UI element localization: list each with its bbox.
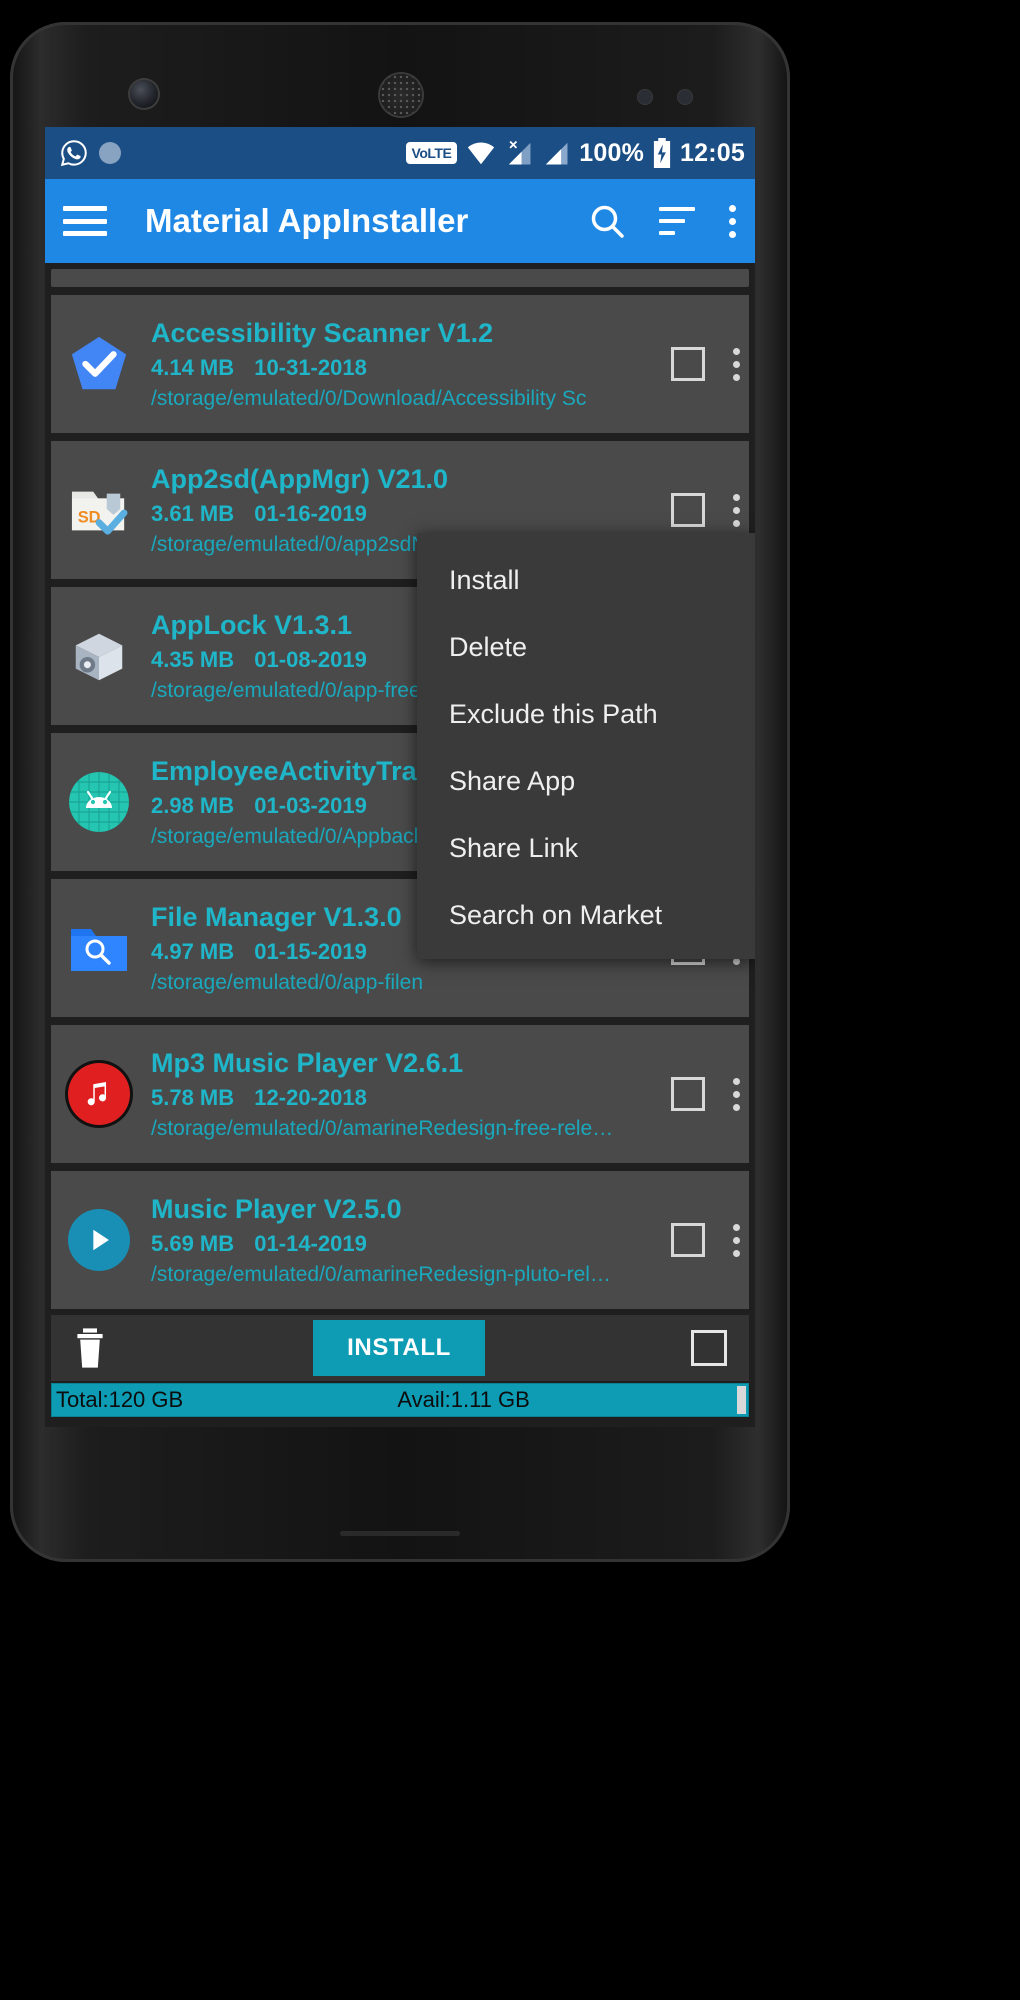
menu-item-share-link[interactable]: Share Link [417,815,755,882]
context-menu[interactable]: Install Delete Exclude this Path Share A… [417,533,755,959]
hamburger-menu-icon[interactable] [63,206,107,236]
applock-box-icon [65,622,133,690]
app-meta: 4.14 MB 10-31-2018 [151,355,659,381]
app-size: 4.97 MB [151,938,235,964]
app-path: /storage/emulated/0/Download/Accessibili… [151,386,587,410]
app-name: App2sd(AppMgr) V21.0 [151,463,449,494]
install-button[interactable]: INSTALL [313,1320,485,1376]
app-name: Mp3 Music Player V2.6.1 [151,1047,464,1078]
battery-percent-label: 100% [579,138,645,167]
app-date: 01-15-2019 [254,938,367,964]
bottom-action-bar: INSTALL [51,1315,749,1381]
menu-item-share-app[interactable]: Share App [417,748,755,815]
earpiece-speaker [380,74,422,116]
light-sensor [678,90,692,104]
app-date: 12-20-2018 [254,1084,367,1110]
wifi-icon [468,142,495,165]
signal-icon [546,142,568,165]
app-date: 01-08-2019 [254,646,367,672]
row-overflow-icon[interactable] [731,1223,741,1257]
app-size: 4.35 MB [151,646,235,672]
app-date: 10-31-2018 [254,354,367,380]
app-bar-actions [587,201,737,241]
folder-search-icon [65,914,133,982]
app-path: /storage/emulated/0/amarineRedesign-plut… [151,1262,611,1286]
list-item-actions [671,493,741,527]
app-size: 5.78 MB [151,1084,235,1110]
app-size: 2.98 MB [151,792,235,818]
row-checkbox[interactable] [671,493,705,527]
app-size: 4.14 MB [151,354,235,380]
sd-card-folder-icon: SD [65,476,133,544]
list-item-details: Mp3 Music Player V2.6.1 5.78 MB 12-20-20… [151,1048,659,1141]
app-date: 01-03-2019 [254,792,367,818]
clock-label: 12:05 [680,138,745,167]
app-name: Music Player V2.5.0 [151,1193,402,1224]
home-indicator [340,1531,460,1536]
search-icon[interactable] [587,201,627,241]
status-bar: VoLTE 100% 12:05 [45,127,755,179]
table-row[interactable]: Mp3 Music Player V2.6.1 5.78 MB 12-20-20… [51,1025,749,1163]
storage-bar: Total:120 GB Avail:1.11 GB [51,1383,749,1417]
list-item-details: Accessibility Scanner V1.2 4.14 MB 10-31… [151,318,659,411]
storage-total-label: Total:120 GB [56,1387,184,1412]
page-title: Material AppInstaller [145,202,469,239]
phone-device: VoLTE 100% 12:05 Material AppInstaller A… [10,22,790,1562]
list-item-details: Music Player V2.5.0 5.69 MB 01-14-2019 /… [151,1194,659,1287]
whatsapp-icon [60,140,87,167]
row-overflow-icon[interactable] [731,347,741,381]
battery-charging-icon [653,138,671,168]
menu-item-exclude-path[interactable]: Exclude this Path [417,681,755,748]
select-all-checkbox[interactable] [691,1330,727,1366]
app-meta: 3.61 MB 01-16-2019 [151,501,659,527]
row-checkbox[interactable] [671,1223,705,1257]
app-meta: 5.78 MB 12-20-2018 [151,1085,659,1111]
app-path: /storage/emulated/0/app-filen [151,970,424,994]
app-date: 01-14-2019 [254,1230,367,1256]
list-item-actions [671,1077,741,1111]
app-date: 01-16-2019 [254,500,367,526]
list-item-actions [671,347,741,381]
row-checkbox[interactable] [671,1077,705,1111]
menu-item-search-market[interactable]: Search on Market [417,882,755,949]
signal-muted-icon [509,140,531,165]
overflow-menu-icon[interactable] [727,204,737,238]
list-item-partial[interactable] [51,269,749,287]
table-row[interactable]: Accessibility Scanner V1.2 4.14 MB 10-31… [51,295,749,433]
music-note-red-icon [65,1060,133,1128]
menu-item-install[interactable]: Install [417,547,755,614]
android-globe-icon [65,768,133,836]
app-size: 3.61 MB [151,500,235,526]
main-content: Accessibility Scanner V1.2 4.14 MB 10-31… [45,263,755,1427]
row-overflow-icon[interactable] [731,493,741,527]
phone-screen: VoLTE 100% 12:05 Material AppInstaller A… [45,127,755,1427]
app-size: 5.69 MB [151,1230,235,1256]
app-bar: Material AppInstaller [45,179,755,263]
front-camera [130,80,158,108]
proximity-sensor [638,90,652,104]
notification-dot-icon [99,142,121,164]
status-bar-indicators: VoLTE 100% 12:05 [405,138,745,168]
sort-icon[interactable] [659,207,695,235]
storage-available-label: Avail:1.11 GB [397,1387,530,1412]
list-item-actions [671,1223,741,1257]
table-row[interactable]: Music Player V2.5.0 5.69 MB 01-14-2019 /… [51,1171,749,1309]
shield-check-icon [65,330,133,398]
menu-item-delete[interactable]: Delete [417,614,755,681]
trash-icon[interactable] [73,1327,107,1369]
status-bar-notifications [59,138,121,168]
app-meta: 5.69 MB 01-14-2019 [151,1231,659,1257]
app-path: /storage/emulated/0/amarineRedesign-free… [151,1116,614,1140]
app-name: Accessibility Scanner V1.2 [151,317,494,348]
storage-bar-cap [737,1386,746,1414]
volte-icon: VoLTE [405,142,458,164]
row-checkbox[interactable] [671,347,705,381]
play-circle-icon [65,1206,133,1274]
row-overflow-icon[interactable] [731,1077,741,1111]
